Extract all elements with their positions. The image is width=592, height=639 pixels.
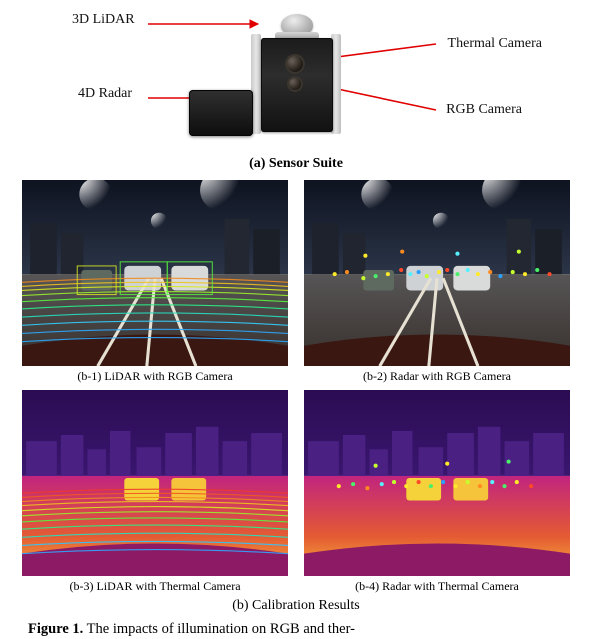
figure-caption: Figure 1. The impacts of illumination on…: [28, 620, 564, 639]
label-thermal-camera: Thermal Camera: [448, 36, 542, 52]
panel-b3-wrap: (b-3) LiDAR with Thermal Camera: [22, 390, 288, 594]
calibration-grid: (b-1) LiDAR with RGB Camera: [22, 180, 570, 594]
panel-b3-caption: (b-3) LiDAR with Thermal Camera: [22, 579, 288, 594]
thermal-lens-icon: [285, 54, 305, 74]
panel-b2-caption: (b-2) Radar with RGB Camera: [304, 369, 570, 384]
sensor-suite-caption: (a) Sensor Suite: [22, 156, 570, 172]
figure-number: Figure 1.: [28, 621, 83, 637]
rgb-lens-icon: [287, 76, 303, 92]
figure-caption-text: The impacts of illumination on RGB and t…: [83, 621, 355, 637]
radar-box-icon: [189, 90, 253, 136]
sensor-suite-diagram: 3D LiDAR 4D Radar Thermal Camera RGB Cam…: [22, 6, 570, 154]
panel-b4-radar-thermal: [304, 390, 570, 576]
panel-b2-radar-rgb: [304, 180, 570, 366]
panel-b1-wrap: (b-1) LiDAR with RGB Camera: [22, 180, 288, 384]
label-rgb-camera: RGB Camera: [446, 102, 522, 118]
sensor-device: [237, 12, 355, 144]
panel-b4-caption: (b-4) Radar with Thermal Camera: [304, 579, 570, 594]
panel-b1-lidar-rgb: [22, 180, 288, 366]
label-4d-radar: 4D Radar: [78, 86, 132, 102]
figure-container: 3D LiDAR 4D Radar Thermal Camera RGB Cam…: [0, 0, 592, 639]
label-3d-lidar: 3D LiDAR: [72, 12, 135, 28]
panel-b3-lidar-thermal: [22, 390, 288, 576]
calibration-title: (b) Calibration Results: [22, 598, 570, 614]
panel-b2-wrap: (b-2) Radar with RGB Camera: [304, 180, 570, 384]
panel-b1-caption: (b-1) LiDAR with RGB Camera: [22, 369, 288, 384]
panel-b4-wrap: (b-4) Radar with Thermal Camera: [304, 390, 570, 594]
